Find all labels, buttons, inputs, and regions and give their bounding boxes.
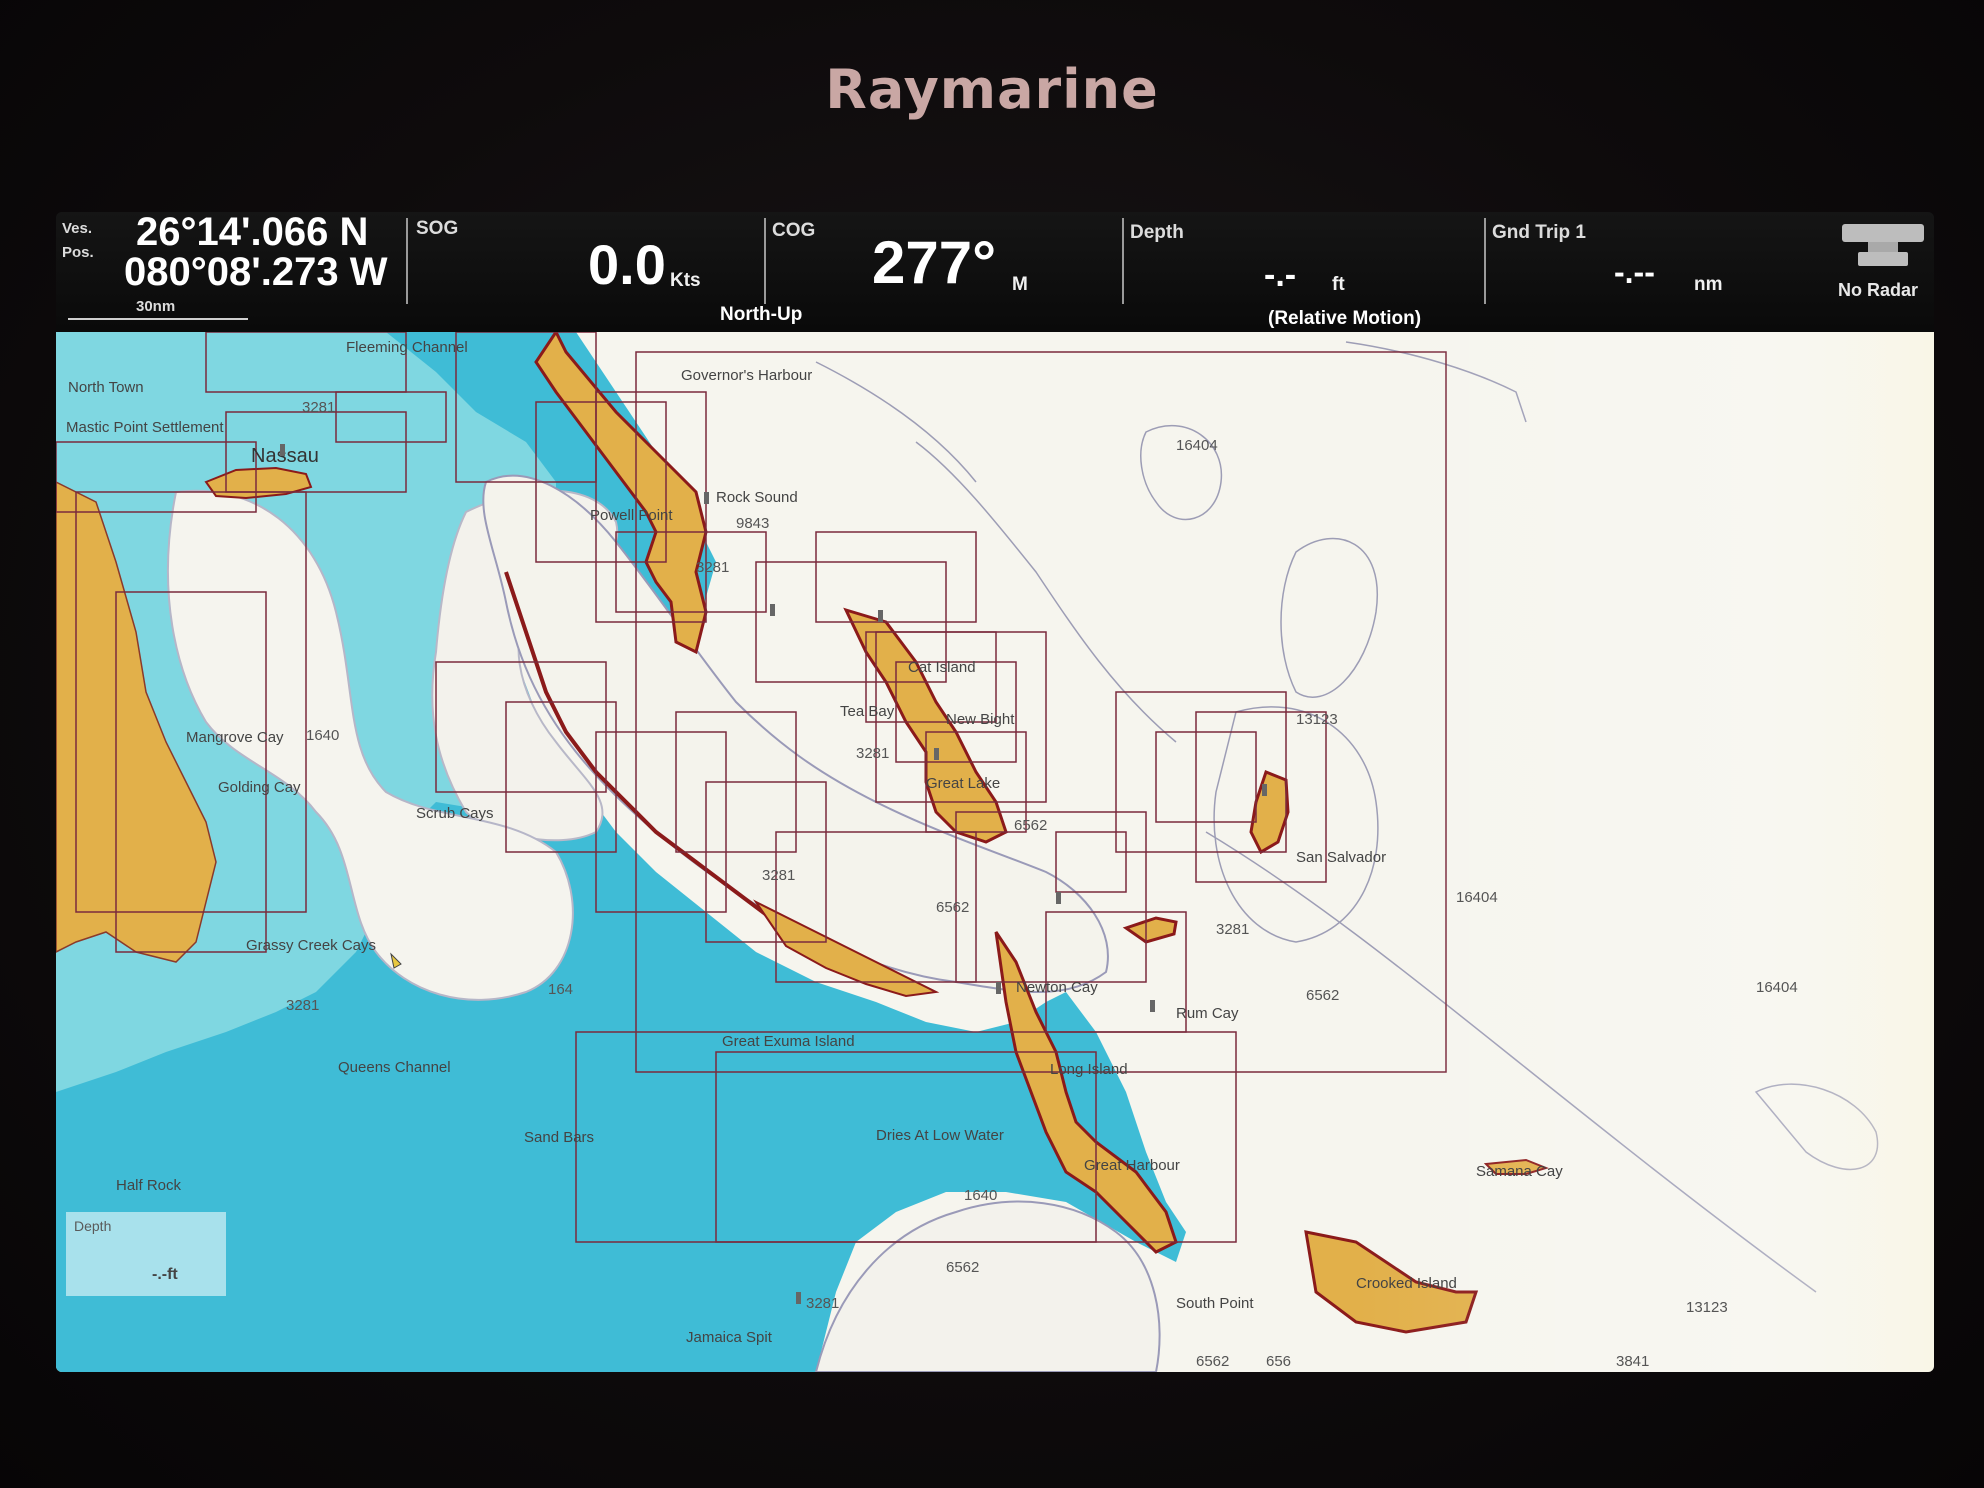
place-label: Great Lake: [926, 775, 1000, 792]
place-label: Tea Bay: [840, 703, 895, 720]
sog-caption: SOG: [416, 218, 459, 239]
sounding: 13123: [1686, 1299, 1728, 1316]
chart-canvas[interactable]: Fleeming Channel North Town Mastic Point…: [56, 332, 1934, 1372]
radar-status[interactable]: No Radar: [1832, 212, 1932, 324]
place-label: Crooked Island: [1356, 1275, 1457, 1292]
sounding: 6562: [1196, 1353, 1229, 1370]
place-label: Half Rock: [116, 1177, 182, 1194]
sounding: 3841: [1616, 1353, 1649, 1370]
chartplotter-screen: Ves. Pos. 26°14'.066 N 080°08'.273 W 30n…: [56, 212, 1934, 1372]
screen-glare: [1356, 332, 1934, 1372]
place-label: North Town: [68, 379, 144, 396]
brand-logo: Raymarine: [825, 58, 1159, 121]
place-label: Queens Channel: [338, 1059, 451, 1076]
sog-unit: Kts: [670, 270, 701, 291]
place-label: Dries At Low Water: [876, 1127, 1004, 1144]
cog-cell[interactable]: COG 277° M: [766, 212, 1126, 324]
position-caption-top: Ves.: [62, 220, 93, 237]
position-cell[interactable]: Ves. Pos. 26°14'.066 N 080°08'.273 W 30n…: [56, 212, 406, 324]
sounding: 656: [1266, 1353, 1291, 1370]
place-label: New Bight: [946, 711, 1015, 728]
sounding: 6562: [1306, 987, 1339, 1004]
sounding: 3281: [286, 997, 319, 1014]
radar-status-label: No Radar: [1838, 280, 1919, 300]
latitude-value: 26°14'.066 N: [136, 212, 369, 254]
depth-overlay-box[interactable]: Depth -.-ft: [66, 1212, 226, 1296]
sounding: 3281: [1216, 921, 1249, 938]
depth-value: -.-: [1264, 256, 1297, 294]
sog-value: 0.0: [588, 233, 666, 296]
place-label: Rock Sound: [716, 489, 798, 506]
place-label: Great Harbour: [1084, 1157, 1180, 1174]
trip-value: -.--: [1614, 254, 1655, 290]
sounding: 9843: [736, 515, 769, 532]
place-label: Cat Island: [908, 659, 976, 676]
place-label: Fleeming Channel: [346, 339, 468, 356]
place-label: Great Exuma Island: [722, 1033, 855, 1050]
nautical-chart[interactable]: Fleeming Channel North Town Mastic Point…: [56, 332, 1934, 1372]
place-label: Long Island: [1050, 1061, 1128, 1078]
sounding: 16404: [1456, 889, 1498, 906]
radar-antenna-icon: [1842, 224, 1924, 266]
sounding: 16404: [1176, 437, 1218, 454]
sounding: 3281: [856, 745, 889, 762]
sounding: 1640: [306, 727, 339, 744]
place-label: Sand Bars: [524, 1129, 594, 1146]
cog-value: 277°: [872, 229, 997, 296]
place-label: Powell Point: [590, 507, 673, 524]
longitude-value: 080°08'.273 W: [124, 250, 388, 294]
sounding: 164: [548, 981, 573, 998]
trip-cell[interactable]: Gnd Trip 1 -.-- nm: [1486, 212, 1826, 324]
cog-unit: M: [1012, 274, 1028, 295]
sounding: 6562: [946, 1259, 979, 1276]
place-label: Scrub Cays: [416, 805, 494, 822]
place-label: Samana Cay: [1476, 1163, 1563, 1180]
place-label: Mangrove Cay: [186, 729, 284, 746]
place-label: South Point: [1176, 1295, 1254, 1312]
depth-overlay-caption: Depth: [74, 1218, 112, 1234]
place-label: Golding Cay: [218, 779, 301, 796]
sounding: 6562: [936, 899, 969, 916]
sounding: 13123: [1296, 711, 1338, 728]
place-label: Rum Cay: [1176, 1005, 1239, 1022]
depth-unit: ft: [1332, 274, 1345, 295]
place-label: Newton Cay: [1016, 979, 1098, 996]
sounding: 3281: [762, 867, 795, 884]
place-label: Governor's Harbour: [681, 367, 812, 384]
sounding: 16404: [1756, 979, 1798, 996]
sounding: 1640: [964, 1187, 997, 1204]
place-label: Mastic Point Settlement: [66, 419, 224, 436]
position-caption-bottom: Pos.: [62, 244, 94, 261]
place-label: Jamaica Spit: [686, 1329, 773, 1346]
sounding: 6562: [1014, 817, 1047, 834]
sounding: 3281: [696, 559, 729, 576]
data-bar: Ves. Pos. 26°14'.066 N 080°08'.273 W 30n…: [56, 212, 1934, 332]
place-label: San Salvador: [1296, 849, 1386, 866]
cog-caption: COG: [772, 220, 816, 241]
sounding: 3281: [302, 399, 335, 416]
trip-caption: Gnd Trip 1: [1492, 222, 1586, 243]
depth-overlay-value: -.-ft: [152, 1266, 178, 1283]
place-label: Grassy Creek Cays: [246, 937, 376, 954]
motion-mode[interactable]: (Relative Motion): [1268, 308, 1421, 330]
scale-label: 30nm: [136, 298, 176, 315]
depth-caption: Depth: [1130, 222, 1184, 243]
sounding: 3281: [806, 1295, 839, 1312]
scale-bar: [68, 318, 248, 320]
trip-unit: nm: [1694, 274, 1723, 295]
